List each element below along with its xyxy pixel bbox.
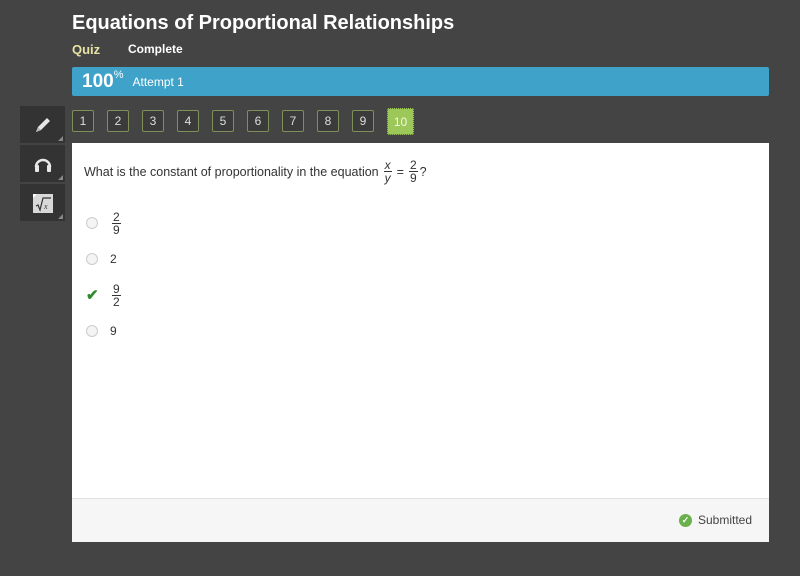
radio-button[interactable] xyxy=(86,325,98,337)
question-nav-button[interactable]: 1 xyxy=(72,110,94,132)
choice-fraction: 2 9 xyxy=(112,209,121,237)
pencil-tool-button[interactable] xyxy=(20,106,65,143)
question-nav-button[interactable]: 3 xyxy=(142,110,164,132)
question-nav-button[interactable]: 8 xyxy=(317,110,339,132)
score-value: 100% xyxy=(82,68,124,92)
equation-lhs: x y xyxy=(383,158,392,185)
question-panel: What is the constant of proportionality … xyxy=(72,143,769,498)
question-nav-button[interactable]: 6 xyxy=(247,110,269,132)
score-bar: 100% Attempt 1 xyxy=(72,67,769,96)
choice-fraction: 9 2 xyxy=(112,281,121,309)
choice-text: 2 xyxy=(110,252,117,266)
panel-footer: ✓ Submitted xyxy=(72,498,769,542)
radio-button[interactable] xyxy=(86,217,98,229)
question-nav-button[interactable]: 2 xyxy=(107,110,129,132)
question-nav-button-active[interactable]: 10 xyxy=(387,108,414,135)
activity-type: Quiz xyxy=(72,42,101,57)
equation-rhs: 2 9 xyxy=(408,158,418,185)
headphones-icon xyxy=(34,158,51,172)
question-nav-button[interactable]: 7 xyxy=(282,110,304,132)
pencil-icon xyxy=(35,117,50,132)
question-prompt: What is the constant of proportionality … xyxy=(84,159,427,184)
choice-text: 9 xyxy=(110,324,117,338)
answer-choice[interactable]: 2 9 xyxy=(86,210,123,236)
equals-sign: = xyxy=(396,164,404,179)
page-title: Equations of Proportional Relationships xyxy=(72,12,455,34)
attempt-label: Attempt 1 xyxy=(132,74,184,89)
question-text: What is the constant of proportionality … xyxy=(84,164,379,179)
activity-status: Complete xyxy=(128,42,183,56)
status-label: Submitted xyxy=(697,513,752,527)
svg-text:x: x xyxy=(43,202,48,211)
question-end: ? xyxy=(419,164,427,179)
radio-button[interactable] xyxy=(86,253,98,265)
math-tool-button[interactable]: x xyxy=(20,184,65,221)
answer-choice[interactable]: 2 xyxy=(86,246,123,272)
submission-status: ✓ Submitted xyxy=(678,513,752,527)
question-nav-button[interactable]: 4 xyxy=(177,110,199,132)
answer-choices: 2 9 2 ✔ 9 2 9 xyxy=(86,210,123,354)
checkmark-icon: ✔ xyxy=(86,287,99,304)
question-nav-button[interactable]: 9 xyxy=(352,110,374,132)
question-nav-button[interactable]: 5 xyxy=(212,110,234,132)
answer-choice[interactable]: 9 xyxy=(86,318,123,344)
math-formula-icon: x xyxy=(32,193,53,213)
check-circle-icon: ✓ xyxy=(678,513,692,527)
tool-palette: x xyxy=(20,106,65,223)
answer-choice-selected[interactable]: ✔ 9 2 xyxy=(86,282,123,308)
audio-tool-button[interactable] xyxy=(20,145,65,182)
question-navigation: 1 2 3 4 5 6 7 8 9 10 xyxy=(72,108,427,135)
